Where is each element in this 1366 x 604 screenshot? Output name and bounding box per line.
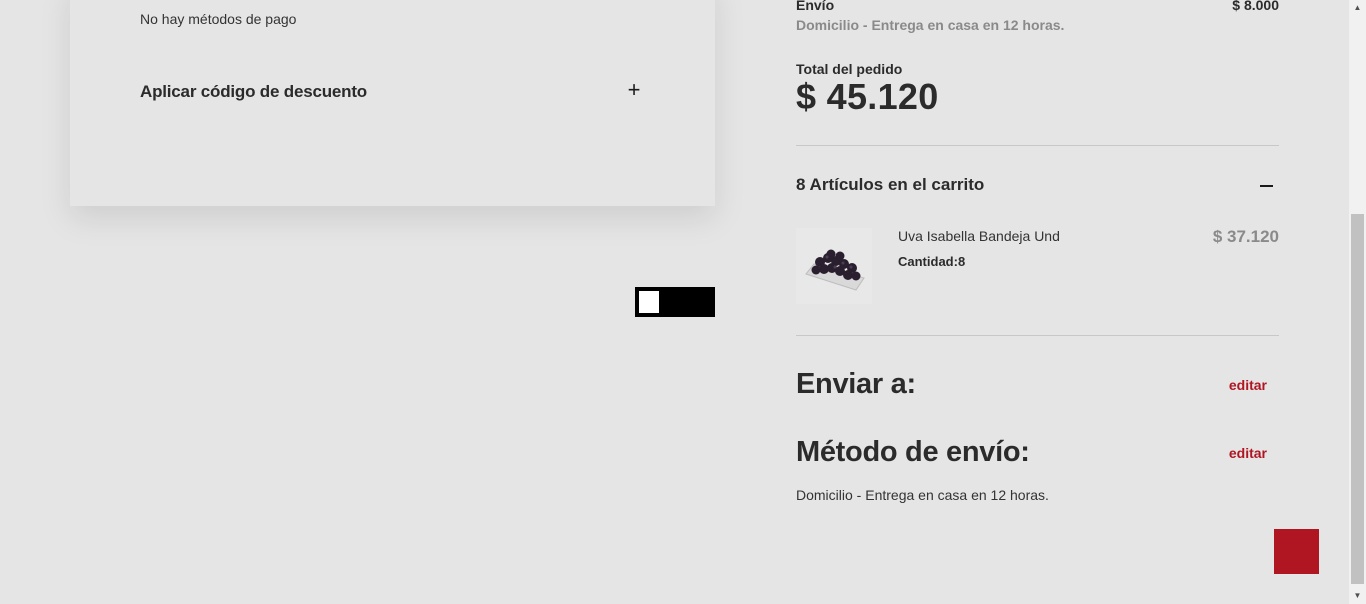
divider (796, 145, 1279, 146)
scroll-down-arrow-icon[interactable]: ▼ (1349, 588, 1366, 604)
discount-code-label: Aplicar código de descuento (140, 82, 367, 101)
cart-items-toggle[interactable]: 8 Artículos en el carrito (796, 175, 1279, 197)
back-to-top-button[interactable] (1274, 529, 1319, 574)
order-total-value: $ 45.120 (796, 76, 939, 117)
divider (796, 335, 1279, 336)
scrollbar-thumb[interactable] (1351, 214, 1364, 584)
no-payment-methods-text: No hay métodos de pago (140, 11, 297, 27)
plus-icon[interactable]: + (626, 79, 642, 101)
shipping-label: Envío (796, 0, 835, 13)
product-price: $ 37.120 (1212, 227, 1279, 246)
shipping-method-heading: Método de envío: (796, 436, 1030, 468)
toggle-switch[interactable] (635, 287, 715, 317)
edit-shipping-method-link[interactable]: editar (1229, 445, 1267, 461)
toggle-knob (639, 291, 659, 313)
checkout-page: No hay métodos de pago Aplicar código de… (0, 0, 1366, 604)
cart-items-title: 8 Artículos en el carrito (796, 175, 985, 194)
product-image (796, 228, 872, 304)
vertical-scrollbar[interactable]: ▲ ▼ (1349, 0, 1366, 604)
shipping-price: $ 8.000 (1232, 0, 1279, 13)
minus-icon[interactable] (1260, 185, 1273, 187)
order-total-label: Total del pedido (796, 61, 903, 77)
discount-code-toggle[interactable]: Aplicar código de descuento + (140, 79, 642, 104)
ship-to-heading: Enviar a: (796, 368, 916, 400)
product-name: Uva Isabella Bandeja Und (898, 228, 1060, 244)
shipping-method-summary: Domicilio - Entrega en casa en 12 horas. (796, 17, 1065, 33)
product-quantity: Cantidad:8 (898, 254, 966, 269)
scroll-up-arrow-icon[interactable]: ▲ (1349, 0, 1366, 16)
edit-ship-to-link[interactable]: editar (1229, 377, 1267, 393)
shipping-method-text: Domicilio - Entrega en casa en 12 horas. (796, 487, 1049, 503)
